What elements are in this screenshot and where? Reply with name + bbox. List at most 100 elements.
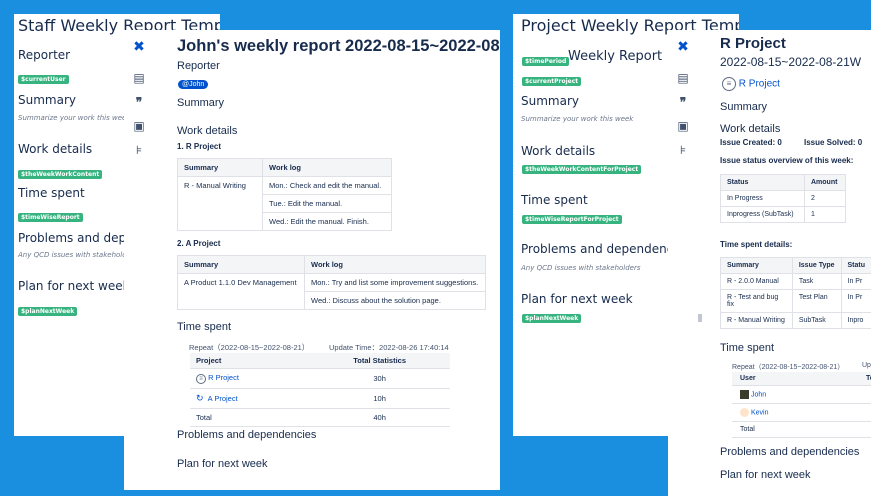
app-logo-icon[interactable]: ✖ [675,38,691,54]
col-total: To [832,372,871,386]
project2-heading: 2. A Project [177,239,221,248]
work-log-entry: Mon.: Try and list some improvement sugg… [304,273,486,292]
project-report-title: R Project [720,35,786,52]
staff-report-panel: ✖ ▤ ❞ ▣ ⊧ John's weekly report 2022-08-1… [124,30,500,490]
plan-next-week-tag: $planNextWeek [18,307,78,316]
time-spent-heading: Time spent [177,321,232,333]
user-cell: John [732,385,833,404]
time-details-heading: Time spent details: [720,240,793,249]
summary-cell: R - Test and bug fix [720,289,793,313]
user-total [832,403,871,422]
reporter-mention[interactable]: @John [178,80,209,89]
amount-cell: 2 [804,190,846,207]
staff-report-document: John's weekly report 2022-08-15~2022-08-… [177,30,500,490]
template-weekly-report-heading: Weekly Report [568,49,663,64]
template-work-details-heading: Work details [18,142,93,156]
total-label: Total [190,408,310,427]
r-project-link[interactable]: R Project [739,79,780,90]
col-status: Statu [840,257,871,274]
col-project: Project [190,353,310,369]
issue-status-table: Status Amount In Progress 2 Inprogress (… [720,174,846,223]
quote-icon[interactable]: ❞ [131,94,147,110]
project1-heading: 1. R Project [177,142,222,151]
template-time-spent-heading: Time spent [521,193,588,207]
col-amount: Amount [804,174,846,191]
avatar [740,408,749,417]
col-issue-type: Issue Type [791,257,842,274]
week-work-content-project-tag: $theWeekWorkContentForProject [522,165,642,174]
user-time-table: User To John Kevin Total [732,372,871,438]
template-summary-heading: Summary [521,94,579,108]
plan-heading: Plan for next week [177,458,268,470]
hierarchy-icon[interactable]: ⊧ [131,142,147,158]
template-time-spent-heading: Time spent [18,186,85,200]
calendar-icon[interactable]: ▣ [131,118,147,134]
project-board-icon: ≡ [722,77,736,91]
user-link-kevin[interactable]: Kevin [751,409,769,416]
amount-cell: 1 [804,206,846,223]
issue-solved: Issue Solved: 0 [804,138,863,147]
template-plan-heading: Plan for next week [18,279,130,293]
col-summary: Summary [720,257,793,274]
template-reporter-heading: Reporter [18,48,71,62]
project-report-document: R Project 2022-08-15~2022-08-21W ≡ R Pro… [720,30,871,496]
project-refresh-icon: ↻ [196,393,204,403]
calendar-icon[interactable]: ▣ [675,118,691,134]
document-icon[interactable]: ▤ [675,70,691,86]
editor-side-toolbar: ✖ ▤ ❞ ▣ ⊧ [124,30,154,210]
plan-heading: Plan for next week [720,469,811,481]
time-spent-details-table: Summary Issue Type Statu R - 2.0.0 Manua… [720,257,871,329]
hierarchy-icon[interactable]: ⊧ [675,142,691,158]
project-link-row: ≡ R Project [722,77,780,91]
current-project-tag: $currentProject [522,77,582,86]
document-icon[interactable]: ▤ [131,70,147,86]
type-cell: SubTask [791,312,842,329]
type-cell: Task [791,273,842,290]
project2-worklog-table: Summary Work log A Product 1.1.0 Dev Man… [177,255,486,310]
template-problems-hint: Any QCD issues with stakeholders [18,251,138,259]
col-user: User [732,372,833,386]
template-plan-heading: Plan for next week [521,292,633,306]
work-log-entry: Tue.: Edit the manual. [262,194,392,213]
time-statistics-table: Project Total Statistics ≡ R Project 30h… [190,353,450,427]
repeat-period: Repeat（2022-08-15~2022-08-21） [732,364,845,371]
update-time: Update Time：2022-08-26 17:40:14 [329,343,449,352]
quote-icon[interactable]: ❞ [675,94,691,110]
col-status: Status [720,174,805,191]
type-cell: Test Plan [791,289,842,313]
user-link-john[interactable]: John [751,391,766,398]
total-hours: 30h [309,368,450,389]
summary-heading: Summary [720,101,768,113]
project-cell: ↻ A Project [190,388,310,409]
status-cell: In Pr [840,273,871,290]
avatar [740,390,749,399]
work-log-entry: Wed.: Edit the manual. Finish. [262,212,392,231]
app-logo-icon[interactable]: ✖ [131,38,147,54]
work-details-heading: Work details [720,123,781,135]
work-log-entry: Wed.: Discuss about the solution page. [304,291,486,310]
col-summary: Summary [177,255,305,274]
problems-heading: Problems and dependencies [177,429,317,441]
total-hours: 10h [309,388,450,409]
scroll-handle[interactable] [698,314,702,322]
col-work-log: Work log [304,255,486,274]
template-summary-heading: Summary [18,93,76,107]
project-report-period: 2022-08-15~2022-08-21W [720,55,862,69]
plan-next-week-tag: $planNextWeek [522,314,582,323]
project-board-icon: ≡ [196,374,206,384]
time-wise-report-tag: $timeWiseReport [18,213,83,222]
status-cell: In Pr [840,289,871,313]
r-project-link[interactable]: R Project [208,373,239,382]
project-report-panel: ✖ ▤ ❞ ▣ ⊧ R Project 2022-08-15~2022-08-2… [668,30,871,496]
template-work-details-heading: Work details [521,144,596,158]
summary-heading: Summary [177,97,225,109]
col-total-statistics: Total Statistics [309,353,450,369]
user-total [832,385,871,404]
a-project-link[interactable]: A Project [208,394,238,403]
status-cell: Inpro [840,312,871,329]
report-title: John's weekly report 2022-08-15~2022-08-… [177,37,500,55]
user-cell: Kevin [732,403,833,422]
project1-worklog-table: Summary Work log R - Manual Writing Mon.… [177,158,392,231]
task-summary: R - Manual Writing [177,176,263,231]
template-summary-hint: Summarize your work this week [521,115,634,123]
